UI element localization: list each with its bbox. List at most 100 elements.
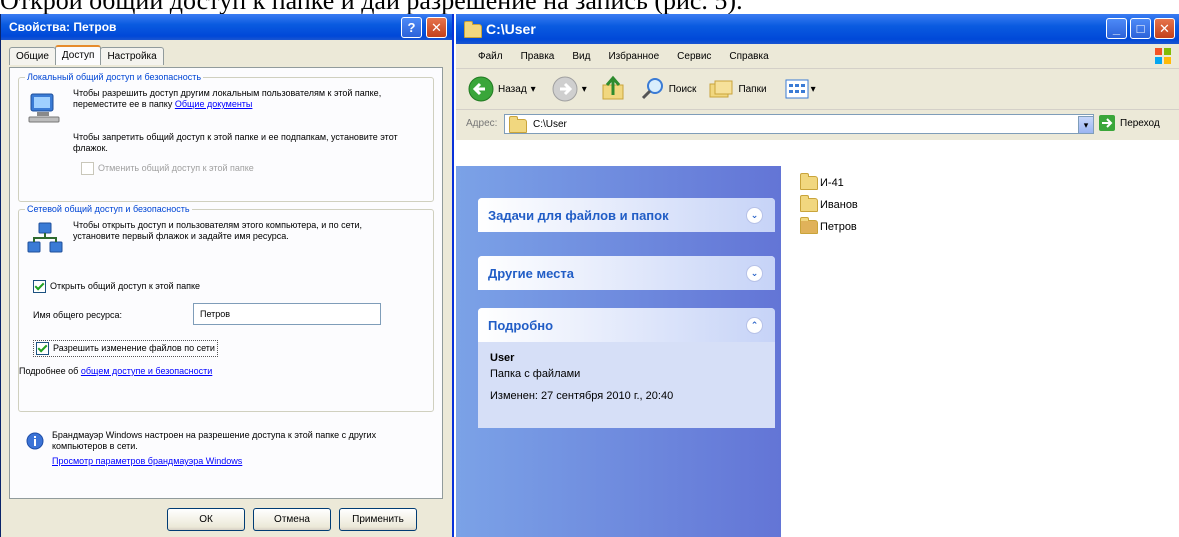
share-name-label: Имя общего ресурса:	[33, 310, 123, 320]
go-label: Переход	[1120, 117, 1160, 129]
share-folder-label: Открыть общий доступ к этой папке	[50, 281, 201, 291]
close-button[interactable]: ✕	[426, 17, 447, 38]
file-tasks-panel: Задачи для файлов и папок ⌄	[478, 198, 775, 232]
explorer-titlebar[interactable]: C:\User _ □ ✕	[456, 14, 1179, 44]
properties-dialog: Свойства: Петров ? ✕ Общие Доступ Настро…	[0, 14, 454, 537]
allow-changes-label: Разрешить изменение файлов по сети	[53, 343, 215, 353]
expand-chevron-icon[interactable]: ⌄	[746, 207, 763, 224]
up-folder-button[interactable]	[601, 75, 625, 104]
other-places-title: Другие места	[488, 265, 575, 281]
back-arrow-icon	[468, 76, 494, 102]
file-name: Иванов	[820, 199, 858, 211]
allow-changes-checkbox[interactable]	[36, 342, 49, 355]
back-dropdown-icon[interactable]: ▾	[531, 84, 536, 95]
share-name-value: Петров	[200, 308, 231, 319]
shared-folder-icon	[800, 217, 818, 234]
forward-button[interactable]: ▾	[552, 76, 587, 102]
address-bar: Адрес: C:\User ▾ Переход	[456, 110, 1179, 140]
tab-customize[interactable]: Настройка	[100, 47, 164, 65]
details-title: Подробно	[488, 317, 554, 333]
address-label: Адрес:	[466, 118, 498, 129]
share-folder-option: Открыть общий доступ к этой папке	[33, 280, 200, 293]
menu-favorites[interactable]: Избранное	[608, 51, 659, 62]
info-icon	[26, 432, 44, 450]
share-folder-checkbox[interactable]	[33, 280, 46, 293]
search-label: Поиск	[668, 83, 697, 95]
private-folder-text: Чтобы запретить общий доступ к этой папк…	[73, 132, 398, 153]
toolbar: Назад ▾ ▾ Поиск Папки ▾	[456, 69, 1179, 110]
expand-chevron-icon[interactable]: ⌄	[746, 265, 763, 282]
allow-changes-option: Разрешить изменение файлов по сети	[33, 340, 218, 357]
maximize-button[interactable]: □	[1130, 18, 1151, 39]
firewall-settings-link[interactable]: Просмотр параметров брандмауэра Windows	[52, 456, 242, 466]
back-label: Назад	[498, 83, 527, 95]
go-button[interactable]: Переход	[1098, 114, 1160, 132]
menu-help[interactable]: Справка	[729, 51, 768, 62]
explorer-window: C:\User _ □ ✕ Файл Правка Вид Избранное …	[456, 14, 1179, 537]
learn-more-prefix: Подробнее об	[19, 366, 79, 376]
local-sharing-legend: Локальный общий доступ и безопасность	[27, 72, 202, 82]
tab-general[interactable]: Общие	[9, 47, 56, 65]
minimize-button[interactable]: _	[1106, 18, 1127, 39]
firewall-text: Брандмауэр Windows настроен на разрешени…	[52, 430, 377, 451]
menu-file[interactable]: Файл	[478, 51, 503, 62]
menu-bar: Файл Правка Вид Избранное Сервис Справка	[456, 44, 1179, 69]
help-button[interactable]: ?	[401, 17, 422, 38]
menu-tools[interactable]: Сервис	[677, 51, 711, 62]
file-item[interactable]: И-41	[800, 173, 844, 190]
learn-more-link[interactable]: общем доступе и безопасности	[81, 366, 212, 376]
close-window-button[interactable]: ✕	[1154, 18, 1175, 39]
details-modified: Изменен: 27 сентября 2010 г., 20:40	[490, 390, 674, 402]
other-places-header[interactable]: Другие места ⌄	[478, 256, 775, 290]
folders-icon	[709, 80, 733, 98]
details-panel: Подробно ⌃ User Папка с файлами Изменен:…	[478, 308, 775, 428]
make-private-label: Отменить общий доступ к этой папке	[98, 163, 254, 173]
network-share-icon	[27, 222, 63, 256]
search-icon	[641, 78, 663, 100]
cancel-button[interactable]: Отмена	[253, 508, 331, 531]
menu-view[interactable]: Вид	[572, 51, 590, 62]
forward-dropdown-icon[interactable]: ▾	[582, 84, 587, 95]
collapse-chevron-icon[interactable]: ⌃	[746, 317, 763, 334]
address-input[interactable]: C:\User	[504, 114, 1094, 134]
computer-share-icon	[27, 92, 63, 124]
views-button[interactable]: ▾	[785, 79, 816, 99]
views-icon	[785, 79, 809, 99]
folders-label: Папки	[738, 83, 767, 95]
search-button[interactable]: Поиск	[641, 77, 697, 101]
file-tasks-header[interactable]: Задачи для файлов и папок ⌄	[478, 198, 775, 232]
network-sharing-group: Сетевой общий доступ и безопасность Чтоб…	[18, 204, 434, 412]
explorer-title: C:\User	[486, 21, 536, 37]
views-dropdown-icon[interactable]: ▾	[811, 84, 816, 95]
apply-button[interactable]: Применить	[339, 508, 417, 531]
forward-arrow-icon	[552, 76, 578, 102]
shared-documents-link[interactable]: Общие документы	[175, 99, 253, 109]
menu-edit[interactable]: Правка	[521, 51, 555, 62]
folder-icon	[800, 173, 818, 190]
details-type: Папка с файлами	[490, 368, 581, 380]
back-button[interactable]: Назад ▾	[468, 76, 536, 102]
share-name-input[interactable]: Петров	[193, 303, 381, 325]
tab-sharing[interactable]: Доступ	[54, 45, 102, 65]
make-private-option: Отменить общий доступ к этой папке	[81, 162, 254, 175]
folder-icon	[800, 195, 818, 212]
local-sharing-group: Локальный общий доступ и безопасность Чт…	[18, 72, 434, 202]
make-private-checkbox[interactable]	[81, 162, 94, 175]
address-folder-icon	[509, 115, 527, 133]
folder-icon	[464, 21, 482, 38]
folders-button[interactable]: Папки	[708, 78, 767, 100]
dialog-title: Свойства: Петров	[9, 20, 117, 34]
details-name: User	[490, 352, 515, 364]
address-dropdown-icon[interactable]: ▾	[1078, 116, 1094, 134]
details-body: User Папка с файлами Изменен: 27 сентябр…	[478, 342, 775, 412]
file-item[interactable]: Иванов	[800, 195, 858, 212]
other-places-panel: Другие места ⌄	[478, 256, 775, 290]
file-name: Петров	[820, 221, 857, 233]
tab-strip: Общие Доступ Настройка	[9, 45, 164, 65]
file-item[interactable]: Петров	[800, 217, 857, 234]
network-sharing-text: Чтобы открыть доступ и пользователям это…	[73, 220, 363, 241]
dialog-titlebar[interactable]: Свойства: Петров ? ✕	[1, 14, 452, 40]
address-value: C:\User	[533, 118, 567, 130]
ok-button[interactable]: ОК	[167, 508, 245, 531]
details-header[interactable]: Подробно ⌃	[478, 308, 775, 342]
